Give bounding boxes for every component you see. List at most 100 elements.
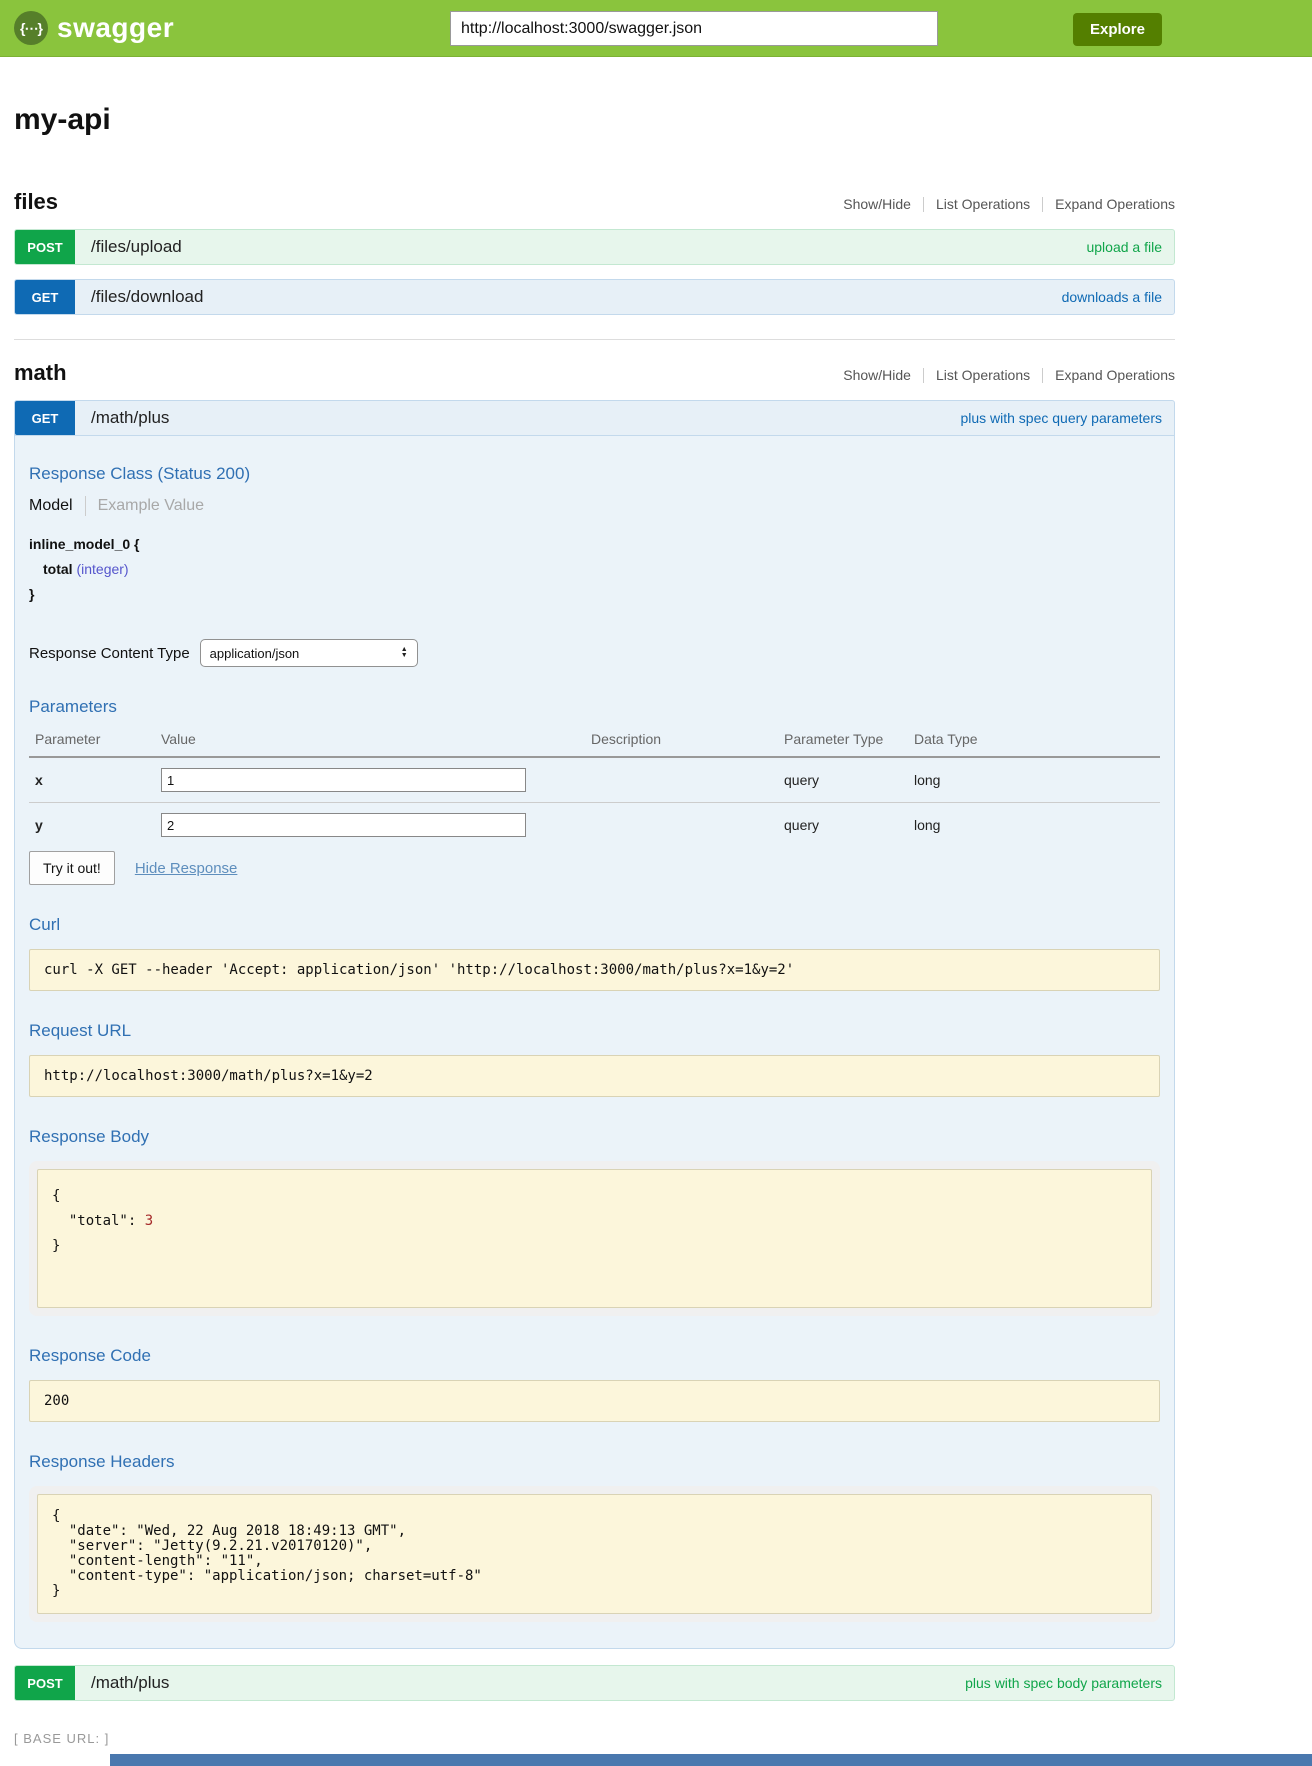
controls-divider bbox=[923, 368, 924, 383]
response-headers-block: { "date": "Wed, 22 Aug 2018 18:49:13 GMT… bbox=[37, 1494, 1152, 1614]
endpoint-math-plus-get: GET /math/plus plus with spec query para… bbox=[14, 400, 1175, 1649]
bottom-bar bbox=[110, 1754, 1312, 1766]
section-title-math[interactable]: math bbox=[14, 360, 67, 386]
show-hide-link[interactable]: Show/Hide bbox=[843, 367, 911, 383]
section-title-files[interactable]: files bbox=[14, 189, 58, 215]
endpoint-summary[interactable]: plus with spec body parameters bbox=[965, 1675, 1162, 1691]
expand-operations-link[interactable]: Expand Operations bbox=[1055, 196, 1175, 212]
response-headers-json: { "date": "Wed, 22 Aug 2018 18:49:13 GMT… bbox=[52, 1509, 1137, 1599]
response-body-json: { "total": 3 } bbox=[52, 1184, 1137, 1293]
response-headers-heading: Response Headers bbox=[29, 1452, 1160, 1472]
tab-divider bbox=[85, 496, 86, 516]
section-divider bbox=[14, 339, 1175, 340]
model-tabs: Model Example Value bbox=[29, 496, 1160, 516]
try-row: Try it out! Hide Response bbox=[29, 851, 1160, 885]
endpoint-path[interactable]: /math/plus bbox=[91, 1673, 169, 1693]
section-files: files Show/Hide List Operations Expand O… bbox=[14, 189, 1175, 315]
endpoint-row-get-files-download[interactable]: GET /files/download downloads a file bbox=[14, 279, 1175, 315]
json-number-value: 3 bbox=[145, 1213, 153, 1229]
explore-button[interactable]: Explore bbox=[1073, 13, 1162, 46]
model-property: total (integer) bbox=[29, 557, 1160, 582]
tab-model[interactable]: Model bbox=[29, 497, 73, 515]
col-parameter-type: Parameter Type bbox=[778, 725, 908, 757]
param-name: y bbox=[29, 803, 155, 848]
col-description: Description bbox=[585, 725, 778, 757]
endpoint-path[interactable]: /files/upload bbox=[91, 237, 182, 257]
param-type-cell: query bbox=[778, 803, 908, 848]
method-badge-post: POST bbox=[15, 230, 75, 264]
json-open: { "total": bbox=[52, 1188, 145, 1229]
response-body-heading: Response Body bbox=[29, 1127, 1160, 1147]
tab-example-value[interactable]: Example Value bbox=[98, 497, 204, 515]
method-badge-get: GET bbox=[15, 401, 75, 435]
section-files-controls: Show/Hide List Operations Expand Operati… bbox=[843, 196, 1175, 212]
endpoint-files-download: GET /files/download downloads a file bbox=[14, 279, 1175, 315]
param-value-input-y[interactable] bbox=[161, 813, 526, 837]
endpoint-files-upload: POST /files/upload upload a file bbox=[14, 229, 1175, 265]
endpoint-summary[interactable]: upload a file bbox=[1086, 239, 1162, 255]
section-math-controls: Show/Hide List Operations Expand Operati… bbox=[843, 367, 1175, 383]
request-url-block: http://localhost:3000/math/plus?x=1&y=2 bbox=[29, 1055, 1160, 1097]
hide-response-link[interactable]: Hide Response bbox=[135, 860, 238, 877]
controls-divider bbox=[1042, 197, 1043, 212]
request-url-value: http://localhost:3000/math/plus?x=1&y=2 bbox=[44, 1068, 1145, 1084]
param-description bbox=[585, 803, 778, 848]
show-hide-link[interactable]: Show/Hide bbox=[843, 196, 911, 212]
col-value: Value bbox=[155, 725, 585, 757]
operation-panel: Response Class (Status 200) Model Exampl… bbox=[14, 436, 1175, 1649]
list-operations-link[interactable]: List Operations bbox=[936, 367, 1030, 383]
try-it-out-button[interactable]: Try it out! bbox=[29, 851, 115, 885]
model-property-type: (integer) bbox=[76, 561, 128, 577]
section-files-head: files Show/Hide List Operations Expand O… bbox=[14, 189, 1175, 215]
param-type-cell: query bbox=[778, 757, 908, 803]
endpoint-math-plus-post: POST /math/plus plus with spec body para… bbox=[14, 1665, 1175, 1701]
response-body-block: { "total": 3 } bbox=[37, 1169, 1152, 1308]
brand-name: swagger bbox=[57, 12, 174, 44]
response-content-type-select[interactable]: application/json ▲▼ bbox=[200, 639, 418, 667]
endpoint-path[interactable]: /math/plus bbox=[91, 408, 169, 428]
param-value-input-x[interactable] bbox=[161, 768, 526, 792]
section-math: math Show/Hide List Operations Expand Op… bbox=[14, 360, 1175, 1701]
model-signature: inline_model_0 { total (integer) } bbox=[29, 532, 1160, 607]
data-type-cell: long bbox=[908, 757, 1160, 803]
curl-command: curl -X GET --header 'Accept: applicatio… bbox=[44, 962, 1145, 978]
response-content-type-value: application/json bbox=[210, 646, 300, 661]
endpoint-summary[interactable]: plus with spec query parameters bbox=[960, 410, 1162, 426]
response-code-value: 200 bbox=[44, 1393, 1145, 1409]
parameters-heading: Parameters bbox=[29, 697, 1160, 717]
endpoint-row-post-math-plus[interactable]: POST /math/plus plus with spec body para… bbox=[14, 1665, 1175, 1701]
endpoint-summary[interactable]: downloads a file bbox=[1062, 289, 1162, 305]
response-content-type-label: Response Content Type bbox=[29, 645, 190, 662]
method-badge-get: GET bbox=[15, 280, 75, 314]
controls-divider bbox=[923, 197, 924, 212]
col-parameter: Parameter bbox=[29, 725, 155, 757]
response-class-heading: Response Class (Status 200) bbox=[29, 464, 1160, 484]
col-data-type: Data Type bbox=[908, 725, 1160, 757]
response-code-heading: Response Code bbox=[29, 1346, 1160, 1366]
response-content-type-row: Response Content Type application/json ▲… bbox=[29, 639, 1160, 667]
swagger-logo: {⋯} swagger bbox=[14, 11, 174, 45]
list-operations-link[interactable]: List Operations bbox=[936, 196, 1030, 212]
expand-operations-link[interactable]: Expand Operations bbox=[1055, 367, 1175, 383]
param-description bbox=[585, 757, 778, 803]
data-type-cell: long bbox=[908, 803, 1160, 848]
swagger-logo-icon: {⋯} bbox=[14, 11, 48, 45]
parameters-header-row: Parameter Value Description Parameter Ty… bbox=[29, 725, 1160, 757]
model-close-brace: } bbox=[29, 582, 1160, 607]
base-url-label: [ BASE URL: ] bbox=[14, 1731, 1175, 1746]
parameter-row-x: x query long bbox=[29, 757, 1160, 803]
response-code-block: 200 bbox=[29, 1380, 1160, 1422]
endpoint-row-get-math-plus[interactable]: GET /math/plus plus with spec query para… bbox=[14, 400, 1175, 436]
endpoint-row-post-files-upload[interactable]: POST /files/upload upload a file bbox=[14, 229, 1175, 265]
curl-command-block: curl -X GET --header 'Accept: applicatio… bbox=[29, 949, 1160, 991]
request-url-heading: Request URL bbox=[29, 1021, 1160, 1041]
controls-divider bbox=[1042, 368, 1043, 383]
spec-url-input[interactable] bbox=[450, 11, 938, 46]
model-property-name: total bbox=[43, 561, 73, 577]
endpoint-path[interactable]: /files/download bbox=[91, 287, 203, 307]
parameter-row-y: y query long bbox=[29, 803, 1160, 848]
method-badge-post: POST bbox=[15, 1666, 75, 1700]
section-math-head: math Show/Hide List Operations Expand Op… bbox=[14, 360, 1175, 386]
response-body-wrapper: { "total": 3 } bbox=[29, 1161, 1160, 1316]
json-close: } bbox=[52, 1238, 60, 1254]
